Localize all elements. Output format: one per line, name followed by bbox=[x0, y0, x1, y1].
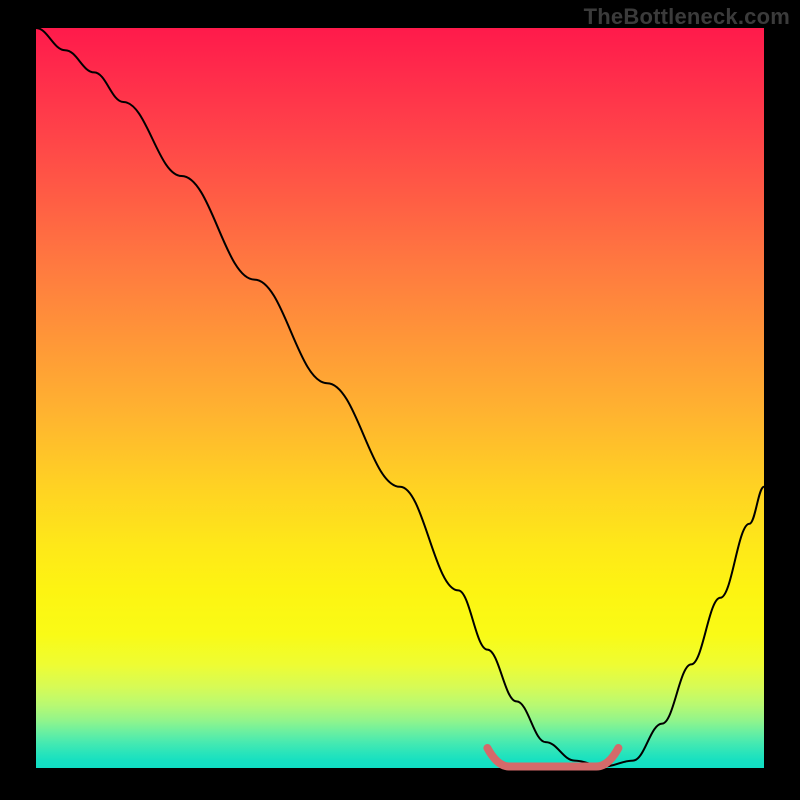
bottleneck-curve-line bbox=[36, 28, 764, 767]
minimum-highlight bbox=[487, 748, 618, 767]
chart-overlay bbox=[36, 28, 764, 768]
chart-frame: TheBottleneck.com bbox=[0, 0, 800, 800]
watermark-text: TheBottleneck.com bbox=[584, 4, 790, 30]
